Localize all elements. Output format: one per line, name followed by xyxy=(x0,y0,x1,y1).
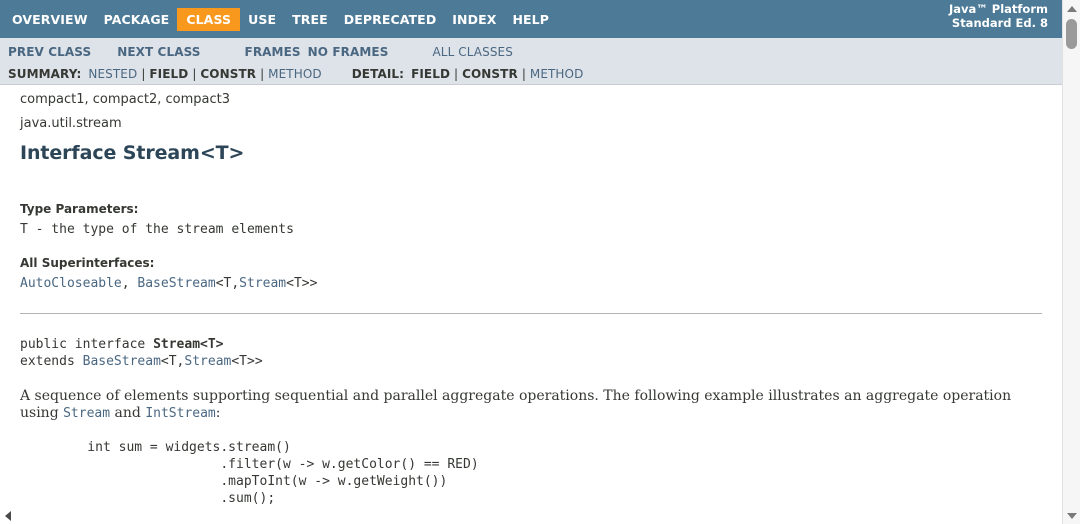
class-declaration: public interface Stream<T> extends BaseS… xyxy=(20,336,1042,370)
next-class-link[interactable]: NEXT CLASS xyxy=(117,45,200,59)
comma-separator: , xyxy=(121,276,138,291)
package-subtitle: java.util.stream xyxy=(20,116,122,131)
nav-item-package[interactable]: PACKAGE xyxy=(96,8,178,31)
nav-item-help[interactable]: HELP xyxy=(504,8,557,31)
decl-modifier: public interface xyxy=(20,337,154,352)
code-example-block: int sum = widgets.stream() .filter(w -> … xyxy=(87,440,479,506)
arrow-up-icon xyxy=(1066,5,1077,12)
all-superinterfaces-value: AutoCloseable, BaseStream<T,Stream<T>> xyxy=(20,275,1042,292)
generic-close: <T>> xyxy=(286,276,318,291)
horizontal-divider xyxy=(20,313,1042,314)
nav-link-deprecated[interactable]: DEPRECATED xyxy=(336,8,445,31)
link-stream-inline[interactable]: Stream xyxy=(63,406,110,421)
summary-field-label: FIELD xyxy=(149,66,189,81)
detail-label: DETAIL: xyxy=(351,66,405,81)
scroll-thumb[interactable] xyxy=(1066,19,1077,49)
decl-link-basestream[interactable]: BaseStream xyxy=(83,354,161,369)
profiles-subtitle: compact1, compact2, compact3 xyxy=(20,92,231,107)
top-nav-list: OVERVIEW PACKAGE CLASS USE TREE DEPRECAT… xyxy=(0,0,1062,38)
nav-item-use[interactable]: USE xyxy=(240,8,284,31)
nav-link-index[interactable]: INDEX xyxy=(444,8,504,31)
nav-item-class[interactable]: CLASS xyxy=(177,7,241,31)
detail-method-link[interactable]: METHOD xyxy=(530,67,584,81)
nav-link-tree[interactable]: TREE xyxy=(284,8,336,31)
arrow-down-icon xyxy=(1066,512,1077,519)
separator: | xyxy=(521,66,526,81)
nav-item-deprecated[interactable]: DEPRECATED xyxy=(336,8,445,31)
description-paragraph: A sequence of elements supporting sequen… xyxy=(20,388,1042,422)
scroll-down-button[interactable] xyxy=(1063,507,1080,524)
arrow-left-icon xyxy=(5,511,11,521)
separator: | xyxy=(192,66,197,81)
subnav-summary-detail-row: SUMMARY: NESTED | FIELD | CONSTR | METHO… xyxy=(0,63,1062,84)
separator: | xyxy=(260,66,265,81)
java-platform-branding: Java™ Platform Standard Ed. 8 xyxy=(949,2,1048,30)
link-basestream[interactable]: BaseStream xyxy=(137,276,215,291)
nav-link-use[interactable]: USE xyxy=(240,8,284,31)
decl-type-name: Stream<T> xyxy=(153,337,224,352)
page-viewport: OVERVIEW PACKAGE CLASS USE TREE DEPRECAT… xyxy=(0,0,1062,524)
prev-class-link[interactable]: PREV CLASS xyxy=(8,45,91,59)
nav-link-package[interactable]: PACKAGE xyxy=(96,8,178,31)
type-parameters-block: Type Parameters: T - the type of the str… xyxy=(20,201,1042,238)
page-title: Interface Stream<T> xyxy=(20,142,245,164)
subnav-class-row: PREV CLASS NEXT CLASS FRAMES NO FRAMES A… xyxy=(0,38,1062,63)
nav-link-class-active[interactable]: CLASS xyxy=(177,7,241,31)
nav-link-overview[interactable]: OVERVIEW xyxy=(4,8,96,31)
all-classes-link[interactable]: ALL CLASSES xyxy=(432,45,512,59)
brand-line-1: Java™ Platform xyxy=(949,2,1048,16)
detail-field-label: FIELD xyxy=(411,66,451,81)
decl-generic-suffix: <T>> xyxy=(231,354,263,369)
summary-constr-label: CONSTR xyxy=(200,66,257,81)
scroll-up-button[interactable] xyxy=(1063,0,1080,17)
summary-method-link[interactable]: METHOD xyxy=(268,67,322,81)
decl-extends-keyword: extends xyxy=(20,354,83,369)
separator: | xyxy=(454,66,459,81)
frames-link[interactable]: FRAMES xyxy=(245,45,301,59)
description-part-2: and xyxy=(110,405,146,421)
link-stream[interactable]: Stream xyxy=(239,276,286,291)
horizontal-scroll-left-arrow[interactable] xyxy=(1,509,15,523)
no-frames-link[interactable]: NO FRAMES xyxy=(308,45,389,59)
nav-link-help[interactable]: HELP xyxy=(504,8,557,31)
summary-nested-link[interactable]: NESTED xyxy=(88,67,137,81)
link-autocloseable[interactable]: AutoCloseable xyxy=(20,276,122,291)
detail-constr-label: CONSTR xyxy=(462,66,518,81)
separator: | xyxy=(141,66,146,81)
all-superinterfaces-block: All Superinterfaces: AutoCloseable, Base… xyxy=(20,255,1042,292)
top-navigation-bar: OVERVIEW PACKAGE CLASS USE TREE DEPRECAT… xyxy=(0,0,1062,38)
summary-label: SUMMARY: xyxy=(8,66,82,81)
type-parameters-label: Type Parameters: xyxy=(20,202,139,216)
nav-item-index[interactable]: INDEX xyxy=(444,8,504,31)
decl-link-stream[interactable]: Stream xyxy=(184,354,231,369)
type-parameters-value: T - the type of the stream elements xyxy=(20,222,294,237)
nav-item-tree[interactable]: TREE xyxy=(284,8,336,31)
decl-generic-mid: <T, xyxy=(160,354,185,369)
sub-navigation-bar: PREV CLASS NEXT CLASS FRAMES NO FRAMES A… xyxy=(0,38,1062,85)
generic-open: <T, xyxy=(215,276,240,291)
brand-line-2: Standard Ed. 8 xyxy=(951,16,1048,30)
link-intstream-inline[interactable]: IntStream xyxy=(145,406,215,421)
nav-item-overview[interactable]: OVERVIEW xyxy=(4,8,96,31)
main-content: compact1, compact2, compact3 java.util.s… xyxy=(0,85,1062,524)
vertical-scrollbar[interactable] xyxy=(1062,0,1080,524)
description-part-3: : xyxy=(215,405,221,421)
all-superinterfaces-label: All Superinterfaces: xyxy=(20,256,155,270)
